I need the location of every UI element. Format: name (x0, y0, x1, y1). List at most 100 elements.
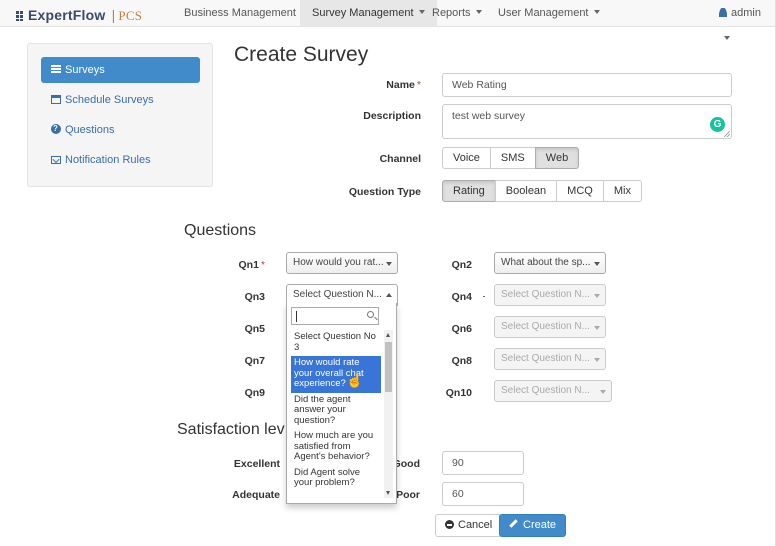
qn10-select: Select Question N... (494, 380, 612, 402)
qn2-label: Qn2 (451, 259, 472, 271)
name-label-text: Name (386, 79, 415, 91)
brand-logo[interactable]: ExpertFlow | PCS (16, 7, 142, 24)
sidebar-item-label: Surveys (65, 64, 105, 76)
envelope-icon (51, 156, 61, 164)
nav-label: Business Management (184, 7, 296, 19)
cancel-button[interactable]: Cancel (435, 514, 503, 537)
dropdown-arrow-up-icon (386, 293, 392, 297)
user-menu[interactable]: admin (707, 0, 776, 40)
dropdown-arrow-icon (594, 326, 600, 330)
channel-sms-button[interactable]: SMS (489, 147, 536, 169)
nav-reports[interactable]: Reports (420, 0, 494, 27)
caret-down-icon (724, 36, 730, 40)
sidebar-item-questions[interactable]: Questions (41, 116, 200, 143)
dropdown-options-list: Select Question No 3 How would rate your… (291, 330, 381, 492)
question-type-boolean-button[interactable]: Boolean (494, 180, 558, 202)
qn7-label: Qn7 (244, 355, 265, 367)
sidebar-item-label: Questions (65, 124, 115, 136)
required-mark: * (260, 259, 265, 271)
brand-name: ExpertFlow (28, 7, 106, 23)
qn2-select[interactable]: What about the sp... (494, 252, 606, 274)
create-button[interactable]: Create (499, 514, 567, 537)
qn4-select-value: Select Question N... (501, 289, 590, 300)
caret-down-icon (593, 10, 600, 14)
dropdown-arrow-icon (600, 390, 606, 394)
question-type-mix-button[interactable]: Mix (602, 180, 642, 202)
question-type-mcq-button[interactable]: MCQ (556, 180, 604, 202)
sidebar-item-label: Notification Rules (65, 154, 151, 166)
description-textarea[interactable]: test web survey G (442, 104, 732, 139)
qn9-label: Qn9 (244, 387, 265, 399)
dropdown-option[interactable]: Did the agent answer your question? (291, 393, 381, 430)
sidebar-item-schedule-surveys[interactable]: Schedule Surveys (41, 87, 200, 113)
question-circle-icon (51, 116, 61, 142)
grid-logo-icon (16, 11, 26, 21)
create-label: Create (523, 519, 557, 531)
description-label: Description (363, 110, 421, 122)
scroll-down-icon[interactable] (386, 491, 390, 495)
channel-button-group: Voice SMS Web (442, 147, 580, 169)
dropdown-option-highlighted[interactable]: How would rate your overall chat experie… (291, 356, 381, 393)
channel-web-button[interactable]: Web (534, 147, 580, 169)
dropdown-option[interactable]: How much are you satisfied from Agent's … (291, 429, 381, 466)
qn1-label: Qn1 * (225, 259, 265, 271)
qn5-label: Qn5 (244, 323, 265, 335)
caret-down-icon (475, 10, 482, 14)
brand-suffix: PCS (118, 8, 143, 23)
sidebar-item-notification-rules[interactable]: Notification Rules (41, 147, 200, 173)
nav-label: User Management (498, 7, 589, 19)
channel-voice-button[interactable]: Voice (442, 147, 491, 169)
qn2-select-value: What about the sp... (501, 257, 591, 268)
name-label: Name * (340, 79, 421, 91)
dropdown-option[interactable]: Select Question No 3 (291, 330, 381, 356)
description-value: test web survey (452, 110, 525, 122)
dropdown-option[interactable]: Did Agent solve your problem? (291, 466, 381, 492)
qn6-select-value: Select Question N... (501, 321, 590, 332)
resize-handle-icon[interactable] (724, 131, 730, 137)
user-name: admin (731, 7, 761, 19)
page-title: Create Survey (234, 43, 369, 66)
nav-business-management[interactable]: Business Management (172, 0, 319, 27)
scroll-up-icon[interactable] (386, 333, 390, 337)
qn1-label-text: Qn1 (238, 259, 259, 271)
grammarly-icon[interactable]: G (710, 117, 725, 132)
sidebar: Surveys Schedule Surveys Questions Notif… (27, 43, 213, 187)
qn6-select: Select Question N... (494, 316, 606, 338)
text-cursor (296, 311, 297, 322)
pencil-icon (509, 519, 518, 528)
dropdown-arrow-icon (386, 262, 392, 266)
calendar-icon (51, 95, 61, 104)
sidebar-item-surveys[interactable]: Surveys (41, 57, 200, 83)
qn8-select: Select Question N... (494, 348, 606, 370)
good-input[interactable]: 90 (442, 451, 524, 475)
qn8-select-value: Select Question N... (501, 353, 590, 364)
good-input-value: 90 (452, 457, 464, 469)
qn8-label: Qn8 (451, 355, 472, 367)
list-icon (51, 65, 61, 74)
qn10-label: Qn10 (445, 387, 472, 399)
required-mark: * (416, 79, 421, 91)
dropdown-arrow-icon (594, 358, 600, 362)
poor-input[interactable]: 60 (442, 482, 524, 506)
dropdown-search-input[interactable] (291, 307, 379, 325)
nav-label: Reports (432, 7, 471, 19)
user-icon (719, 8, 727, 17)
qn3-select-value: Select Question N... (293, 289, 382, 300)
dropdown-arrow-icon (594, 262, 600, 266)
nav-survey-management[interactable]: Survey Management (300, 0, 437, 27)
name-input[interactable]: Web Rating (442, 73, 732, 97)
qn3-dropdown-panel: Select Question No 3 How would rate your… (286, 303, 397, 504)
question-type-button-group: Rating Boolean MCQ Mix (442, 180, 642, 202)
qn1-select[interactable]: How would you rat... (286, 252, 398, 274)
qn1-select-value: How would you rat... (293, 257, 384, 268)
search-icon (367, 311, 374, 318)
qn3-label: Qn3 (244, 291, 265, 303)
nav-user-management[interactable]: User Management (486, 0, 612, 27)
question-type-rating-button[interactable]: Rating (442, 180, 496, 202)
poor-input-value: 60 (452, 488, 464, 500)
top-navbar: ExpertFlow | PCS Business Management Surv… (0, 0, 776, 40)
scrollbar-thumb[interactable] (385, 342, 392, 392)
qn4-select: Select Question N... (494, 284, 606, 306)
dropdown-scrollbar[interactable] (384, 330, 393, 498)
question-type-label: Question Type (348, 186, 421, 198)
